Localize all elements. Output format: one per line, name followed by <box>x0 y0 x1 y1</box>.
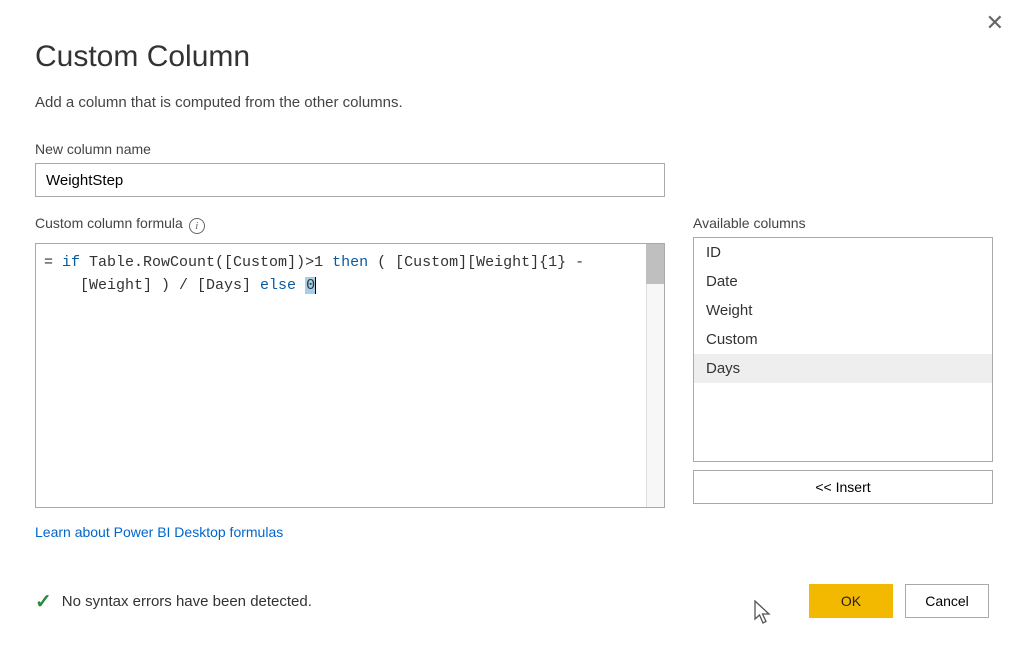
column-item-id[interactable]: ID <box>694 238 992 267</box>
column-name-input[interactable] <box>35 163 665 197</box>
close-button[interactable]: ✕ <box>986 10 1004 36</box>
info-icon[interactable]: i <box>189 218 205 234</box>
ok-button[interactable]: OK <box>809 584 893 618</box>
custom-column-dialog: ✕ Custom Column Add a column that is com… <box>0 0 1024 648</box>
equals-sign: = <box>44 252 53 275</box>
insert-button[interactable]: << Insert <box>693 470 993 504</box>
cancel-button[interactable]: Cancel <box>905 584 989 618</box>
column-item-date[interactable]: Date <box>694 267 992 296</box>
column-item-weight[interactable]: Weight <box>694 296 992 325</box>
formula-input[interactable]: = if Table.RowCount([Custom])>1 then ( [… <box>35 243 665 508</box>
available-columns-list[interactable]: ID Date Weight Custom Days <box>693 237 993 462</box>
formula-scrollbar[interactable] <box>646 244 664 507</box>
available-columns-label: Available columns <box>693 215 993 231</box>
column-item-days[interactable]: Days <box>694 354 992 383</box>
dialog-footer: ✓ No syntax errors have been detected. O… <box>35 584 989 618</box>
scrollbar-thumb[interactable] <box>646 244 664 284</box>
check-icon: ✓ <box>35 589 52 614</box>
column-name-label: New column name <box>35 141 989 157</box>
button-row: OK Cancel <box>809 584 989 618</box>
status-text: No syntax errors have been detected. <box>62 593 312 610</box>
dialog-title: Custom Column <box>35 40 989 74</box>
formula-content: if Table.RowCount([Custom])>1 then ( [Cu… <box>62 252 642 297</box>
learn-link[interactable]: Learn about Power BI Desktop formulas <box>35 524 283 540</box>
status-row: ✓ No syntax errors have been detected. <box>35 589 312 614</box>
dialog-subtitle: Add a column that is computed from the o… <box>35 94 989 111</box>
formula-label: Custom column formula <box>35 215 183 231</box>
column-item-custom[interactable]: Custom <box>694 325 992 354</box>
